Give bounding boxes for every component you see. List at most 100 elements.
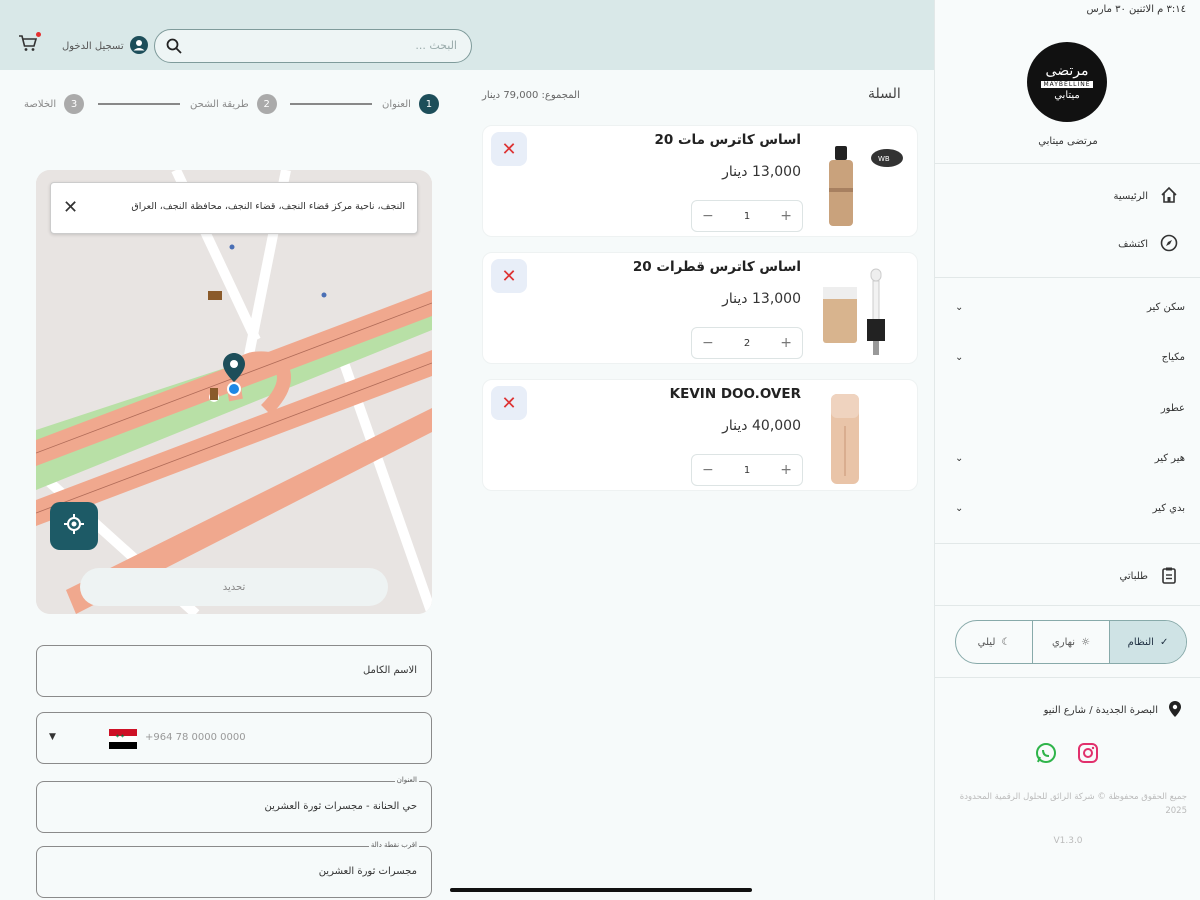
- login-label: تسجيل الدخول: [62, 41, 124, 52]
- cart-item: اساس كاترس قطرات 20 13,000 دينار ✕ − 2 +: [482, 252, 918, 364]
- social-links: [1035, 742, 1099, 768]
- compass-icon: [1160, 234, 1178, 255]
- theme-system-option[interactable]: ✓ النظام: [1109, 621, 1186, 663]
- decrement-button[interactable]: −: [702, 335, 714, 351]
- cart-item: WB اساس كاترس مات 20 13,000 دينار ✕ − 1 …: [482, 125, 918, 237]
- search-icon[interactable]: [165, 37, 183, 59]
- login-button[interactable]: تسجيل الدخول: [62, 36, 148, 57]
- phone-placeholder: +964 78 0000 0000: [145, 732, 246, 743]
- cart-title: السلة: [868, 86, 901, 102]
- product-image: [815, 386, 911, 486]
- clipboard-icon: [1160, 566, 1178, 587]
- decrement-button[interactable]: −: [702, 462, 714, 478]
- map-pin-icon: [222, 352, 246, 400]
- quantity-stepper: − 2 +: [691, 327, 803, 359]
- chevron-down-icon: ⌄: [955, 503, 964, 514]
- store-logo: مرتضى MAYBELLINE ميتابي: [1027, 42, 1107, 122]
- category-haircare[interactable]: ⌄ هير كير: [955, 453, 1185, 464]
- increment-button[interactable]: +: [780, 208, 792, 224]
- product-name: اساس كاترس قطرات 20: [632, 259, 801, 275]
- quantity-stepper: − 1 +: [691, 454, 803, 486]
- product-name: اساس كاترس مات 20: [654, 132, 801, 148]
- step-address[interactable]: 1 العنوان: [382, 94, 439, 114]
- landmark-field[interactable]: اقرب نقطة دالة مجسرات ثورة العشرين: [36, 841, 432, 898]
- step-summary[interactable]: 3 الخلاصة: [24, 94, 85, 114]
- category-perfumes[interactable]: عطور: [955, 403, 1185, 414]
- chevron-down-icon: ⌄: [955, 302, 964, 313]
- search-bar[interactable]: البحث ...: [154, 29, 472, 63]
- cart-icon[interactable]: [18, 34, 38, 56]
- search-input[interactable]: البحث ...: [415, 39, 457, 52]
- category-makeup[interactable]: ⌄ مكياج: [955, 352, 1185, 363]
- product-image: [815, 259, 911, 359]
- divider: [935, 605, 1200, 606]
- nav-home[interactable]: الرئيسية: [1114, 186, 1178, 207]
- caret-down-icon[interactable]: ▼: [49, 732, 56, 742]
- copyright-text: جميع الحقوق محفوظة © شركة الرائق للحلول …: [959, 792, 1187, 816]
- cart-badge: [36, 32, 41, 37]
- stepper-connector: [98, 103, 180, 105]
- theme-selector: ✓ النظام ☼ نهاري ☾ ليلي: [955, 620, 1187, 664]
- divider: [935, 677, 1200, 678]
- whatsapp-icon[interactable]: [1035, 742, 1057, 768]
- confirm-location-button[interactable]: تحديد: [80, 568, 388, 606]
- quantity-value: 2: [743, 337, 751, 349]
- nav-home-label: الرئيسية: [1113, 191, 1148, 202]
- address-field-label: العنوان: [394, 776, 419, 784]
- sidebar: ٣:١٤ م الاثنين ٣٠ مارس مرتضى MAYBELLINE …: [934, 0, 1200, 900]
- instagram-icon[interactable]: [1077, 742, 1099, 768]
- divider: [935, 277, 1200, 278]
- moon-icon: ☾: [1001, 636, 1011, 648]
- map-view[interactable]: [36, 170, 432, 614]
- top-bar: البحث ... تسجيل الدخول: [0, 0, 934, 70]
- decrement-button[interactable]: −: [702, 208, 714, 224]
- nav-orders-label: طلباتي: [1119, 571, 1148, 582]
- cart-item: KEVIN DOO.OVER 40,000 دينار ✕ − 1 +: [482, 379, 918, 491]
- address-field[interactable]: العنوان حي الحنانة - مجسرات ثورة العشرين: [36, 776, 432, 833]
- step-shipping[interactable]: 2 طريقة الشحن: [190, 94, 277, 114]
- full-name-field[interactable]: الاسم الكامل: [36, 645, 432, 697]
- product-price: 40,000 دينار: [722, 418, 801, 434]
- crosshair-icon: [63, 513, 85, 539]
- quantity-stepper: − 1 +: [691, 200, 803, 232]
- cart-total: المجموع: 79,000 دينار: [482, 90, 580, 101]
- divider: [935, 163, 1200, 164]
- landmark-field-value: مجسرات ثورة العشرين: [318, 866, 417, 877]
- chevron-down-icon: ⌄: [955, 453, 964, 464]
- remove-item-button[interactable]: ✕: [491, 386, 527, 420]
- theme-dark-option[interactable]: ☾ ليلي: [956, 621, 1032, 663]
- step-label: طريقة الشحن: [190, 98, 249, 110]
- locate-me-button[interactable]: [50, 502, 98, 550]
- step-number: 2: [256, 94, 277, 114]
- step-label: العنوان: [382, 98, 411, 110]
- product-price: 13,000 دينار: [722, 164, 801, 180]
- stepper-connector: [290, 103, 372, 105]
- increment-button[interactable]: +: [780, 335, 792, 351]
- category-bodycare[interactable]: ⌄ بدي كير: [955, 503, 1185, 514]
- remove-item-button[interactable]: ✕: [491, 259, 527, 293]
- remove-item-button[interactable]: ✕: [491, 132, 527, 166]
- home-icon: [1160, 186, 1178, 207]
- nav-orders[interactable]: طلباتي: [1120, 566, 1178, 587]
- theme-light-label: نهاري: [1051, 636, 1076, 648]
- sun-icon: ☼: [1081, 636, 1091, 648]
- chevron-down-icon: ⌄: [955, 352, 964, 363]
- theme-light-option[interactable]: ☼ نهاري: [1032, 621, 1109, 663]
- increment-button[interactable]: +: [780, 462, 792, 478]
- divider: [935, 543, 1200, 544]
- category-label: بدي كير: [1152, 503, 1185, 514]
- category-skincare[interactable]: ⌄ سكن كير: [955, 302, 1185, 313]
- nav-discover[interactable]: اكتشف: [1118, 234, 1178, 255]
- map-address-text: النجف، ناحية مركز قضاء النجف، قضاء النجف…: [131, 201, 405, 212]
- quantity-value: 1: [743, 464, 751, 476]
- close-icon[interactable]: ✕: [63, 197, 78, 218]
- store-address[interactable]: البصرة الجديدة / شارع النيو: [1044, 700, 1182, 721]
- category-label: عطور: [1160, 403, 1185, 414]
- theme-system-label: النظام: [1127, 636, 1154, 648]
- user-avatar-icon: [129, 36, 148, 57]
- close-icon: ✕: [501, 138, 517, 160]
- status-time: ٣:١٤ م الاثنين ٣٠ مارس: [1086, 4, 1187, 15]
- phone-field[interactable]: +964 78 0000 0000 ▼: [36, 712, 432, 764]
- step-label: الخلاصة: [24, 98, 57, 110]
- home-indicator[interactable]: [450, 888, 752, 892]
